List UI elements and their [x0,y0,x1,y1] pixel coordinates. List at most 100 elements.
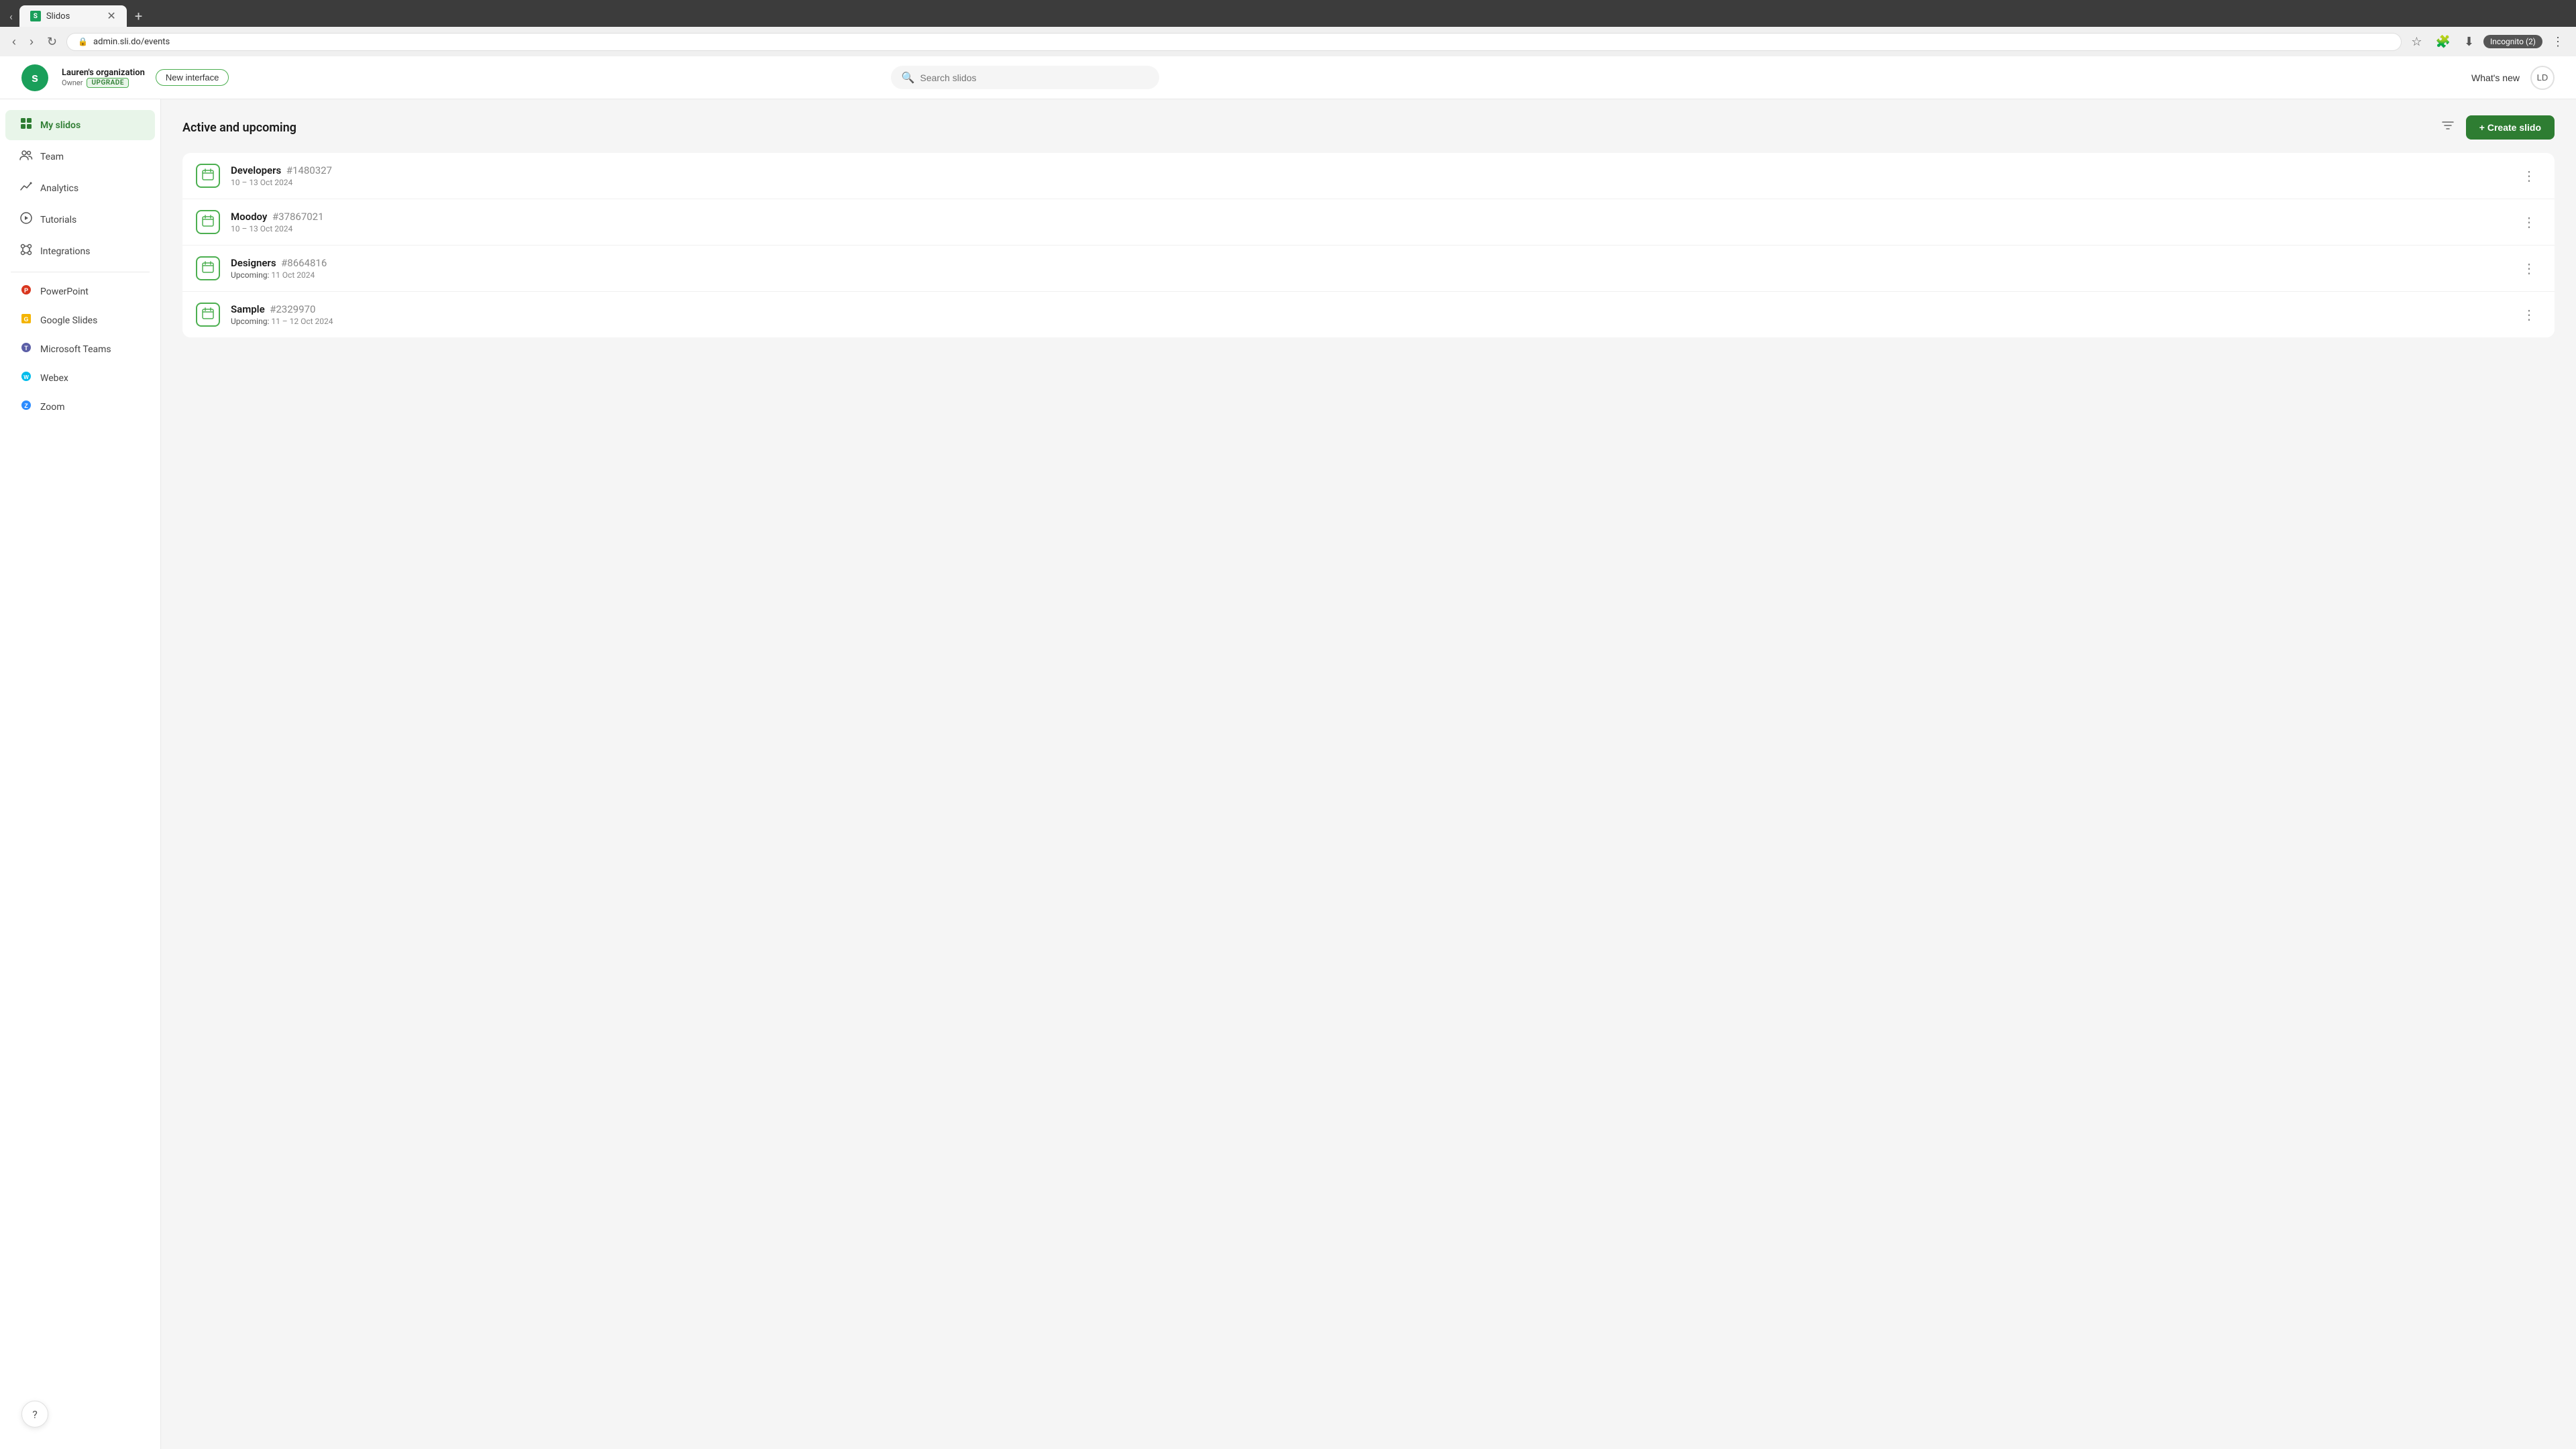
sidebar-item-analytics[interactable]: Analytics [5,173,155,203]
address-bar[interactable]: 🔒 admin.sli.do/events [66,33,2402,51]
filter-button[interactable] [2438,115,2458,140]
sidebar-label-google-slides: Google Slides [40,315,97,326]
event-info-moodoy: Moodoy #37867021 10 – 13 Oct 2024 [231,211,2517,233]
calendar-icon-designers [196,256,220,280]
tab-title: Slidos [46,11,70,21]
event-date-developers: 10 – 13 Oct 2024 [231,178,2517,187]
search-box[interactable]: 🔍 [891,66,1159,89]
forward-button[interactable]: › [25,32,38,52]
svg-text:s: s [32,71,38,85]
powerpoint-icon: P [19,284,34,299]
tab-nav-arrows: ‹ [5,7,17,25]
sidebar-item-powerpoint[interactable]: P PowerPoint [5,278,155,305]
app-wrapper: s Lauren's organization Owner UPGRADE Ne… [0,56,2576,1449]
svg-text:G: G [23,316,28,323]
extensions-button[interactable]: 🧩 [2432,32,2455,52]
event-title-moodoy: Moodoy #37867021 [231,211,2517,223]
event-info-sample: Sample #2329970 Upcoming: 11 – 12 Oct 20… [231,303,2517,326]
tab-favicon: S [30,11,41,21]
address-text: admin.sli.do/events [93,37,170,47]
bookmark-button[interactable]: ☆ [2407,32,2426,52]
webex-icon: W [19,371,34,385]
event-title-sample: Sample #2329970 [231,303,2517,315]
sidebar-item-my-slidos[interactable]: My slidos [5,110,155,140]
event-info-developers: Developers #1480327 10 – 13 Oct 2024 [231,164,2517,187]
reload-button[interactable]: ↻ [43,32,61,52]
event-date-moodoy: 10 – 13 Oct 2024 [231,224,2517,233]
new-interface-button[interactable]: New interface [156,69,229,86]
sidebar-item-tutorials[interactable]: Tutorials [5,205,155,235]
calendar-icon-developers [196,164,220,188]
upgrade-badge[interactable]: UPGRADE [87,78,128,88]
section-title: Active and upcoming [182,121,297,135]
sidebar-item-webex[interactable]: W Webex [5,364,155,392]
event-list: Developers #1480327 10 – 13 Oct 2024 ⋮ [182,153,2555,337]
menu-button[interactable]: ⋮ [2548,32,2568,52]
lock-icon: 🔒 [78,37,88,46]
whats-new-button[interactable]: What's new [2471,72,2520,83]
calendar-icon-sample [196,303,220,327]
search-input[interactable] [920,72,1148,83]
sidebar-label-webex: Webex [40,373,68,384]
microsoft-teams-icon: T [19,342,34,356]
new-tab-button[interactable]: + [129,5,148,27]
header-right: What's new LD [2471,66,2555,90]
event-info-designers: Designers #8664816 Upcoming: 11 Oct 2024 [231,257,2517,280]
app-body: My slidos Team Analytics Tutorials [0,99,2576,1449]
tab-back-icon[interactable]: ‹ [5,7,17,25]
calendar-icon [201,168,215,184]
team-icon [19,148,34,165]
zoom-icon: Z [19,400,34,414]
event-item-designers[interactable]: Designers #8664816 Upcoming: 11 Oct 2024… [182,246,2555,292]
browser-chrome: ‹ S Slidos ✕ + ‹ › ↻ 🔒 admin.sli.do/even… [0,0,2576,56]
sidebar-item-zoom[interactable]: Z Zoom [5,393,155,421]
org-name: Lauren's organization [62,68,145,78]
download-button[interactable]: ⬇ [2460,32,2478,52]
event-item-developers[interactable]: Developers #1480327 10 – 13 Oct 2024 ⋮ [182,153,2555,199]
sidebar-label-microsoft-teams: Microsoft Teams [40,344,111,355]
event-title-designers: Designers #8664816 [231,257,2517,269]
grid-icon [19,117,34,133]
google-slides-icon: G [19,313,34,327]
org-section: Lauren's organization Owner UPGRADE [62,68,145,88]
event-item-moodoy[interactable]: Moodoy #37867021 10 – 13 Oct 2024 ⋮ [182,199,2555,246]
sidebar-label-powerpoint: PowerPoint [40,286,89,297]
search-icon: 🔍 [902,71,915,84]
sidebar-label-zoom: Zoom [40,402,65,413]
header-search: 🔍 [891,66,1159,89]
sidebar-item-google-slides[interactable]: G Google Slides [5,307,155,334]
slido-logo[interactable]: s [21,64,48,91]
event-menu-button-moodoy[interactable]: ⋮ [2517,211,2541,233]
org-role: Owner UPGRADE [62,78,145,88]
content-header: Active and upcoming + Create slido [182,115,2555,140]
sidebar-label-integrations: Integrations [40,246,90,257]
sidebar-item-team[interactable]: Team [5,142,155,172]
event-menu-button-developers[interactable]: ⋮ [2517,165,2541,187]
incognito-badge[interactable]: Incognito (2) [2483,35,2542,48]
back-button[interactable]: ‹ [8,32,20,52]
main-content: Active and upcoming + Create slido [161,99,2576,1449]
svg-text:Z: Z [24,402,28,409]
tutorials-icon [19,211,34,228]
avatar-initials: LD [2537,72,2548,83]
sidebar-item-integrations[interactable]: Integrations [5,236,155,266]
event-item-sample[interactable]: Sample #2329970 Upcoming: 11 – 12 Oct 20… [182,292,2555,337]
svg-text:P: P [24,287,28,294]
avatar-button[interactable]: LD [2530,66,2555,90]
tab-close-button[interactable]: ✕ [107,11,115,21]
event-menu-button-sample[interactable]: ⋮ [2517,304,2541,326]
help-button[interactable]: ? [21,1401,48,1428]
browser-tab-active[interactable]: S Slidos ✕ [19,5,127,27]
slido-logo-icon: s [21,64,48,91]
svg-text:T: T [24,345,28,352]
sidebar-item-microsoft-teams[interactable]: T Microsoft Teams [5,335,155,363]
event-title-developers: Developers #1480327 [231,164,2517,176]
integrations-icon [19,243,34,260]
sidebar-label-team: Team [40,152,64,162]
header-actions: + Create slido [2438,115,2555,140]
create-slido-button[interactable]: + Create slido [2466,115,2555,140]
calendar-icon-moodoy [196,210,220,234]
sidebar-label-analytics: Analytics [40,183,78,194]
event-menu-button-designers[interactable]: ⋮ [2517,258,2541,280]
sidebar-label-my-slidos: My slidos [40,120,80,131]
